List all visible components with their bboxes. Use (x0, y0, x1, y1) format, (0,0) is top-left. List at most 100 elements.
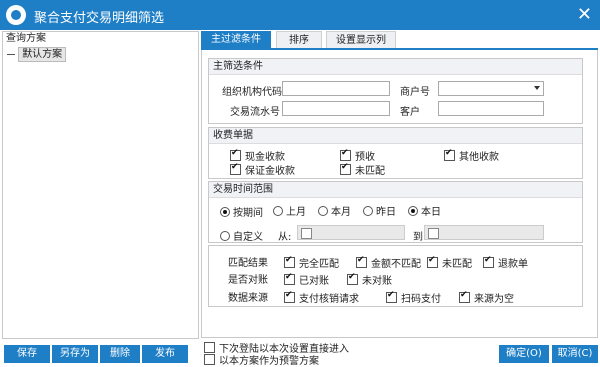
tree-connector (7, 53, 15, 55)
checkbox-reconciled[interactable]: 已对账 (284, 272, 329, 287)
serial-input[interactable] (282, 101, 390, 116)
checkbox-cash[interactable]: 现金收款 (230, 148, 285, 163)
checkbox-pay-writeoff[interactable]: 支付核销请求 (284, 290, 359, 305)
checkbox-icon (483, 255, 494, 268)
match-section: 匹配结果 完全匹配 金额不匹配 未匹配 退款单 是否对账 已对账 未对账 数据来… (208, 245, 583, 307)
radio-today[interactable]: 本日 (408, 203, 441, 218)
checkbox-label: 完全匹配 (299, 259, 339, 270)
radio-icon (408, 205, 418, 216)
eye-logo-icon (6, 5, 26, 25)
checkbox-label: 预收 (355, 152, 375, 163)
radio-label: 本月 (331, 207, 351, 218)
checkbox-label: 现金收款 (245, 152, 285, 163)
checkbox-unreconciled[interactable]: 未对账 (347, 272, 392, 287)
ok-button[interactable]: 确定(O) (499, 345, 549, 363)
radio-label: 本日 (421, 207, 441, 218)
to-date-input[interactable] (424, 225, 544, 240)
tab-main-filter[interactable]: 主过滤条件 (201, 31, 271, 49)
checkbox-label: 退款单 (498, 259, 528, 270)
checkbox-amount-mismatch[interactable]: 金额不匹配 (356, 255, 421, 270)
checkbox-unmatched[interactable]: 未匹配 (340, 162, 385, 177)
radio-yesterday[interactable]: 昨日 (363, 203, 396, 218)
radio-icon (363, 205, 373, 216)
radio-custom[interactable]: 自定义 (220, 228, 263, 243)
checkbox-icon (347, 272, 358, 285)
radio-label: 昨日 (376, 207, 396, 218)
checkbox-label: 支付核销请求 (299, 294, 359, 305)
checkbox-label: 其他收款 (459, 152, 499, 163)
source-label: 数据来源 (228, 293, 268, 304)
checkbox-icon (386, 290, 397, 303)
checkbox-icon (340, 148, 351, 161)
checkbox-icon (204, 354, 215, 365)
checkbox-icon (459, 290, 470, 303)
checkbox-unmatched-result[interactable]: 未匹配 (427, 255, 472, 270)
radio-label: 自定义 (233, 232, 263, 243)
radio-icon (220, 206, 230, 217)
radio-this-month[interactable]: 本月 (318, 203, 351, 218)
reconciled-label: 是否对账 (228, 275, 268, 286)
checkbox-full-match[interactable]: 完全匹配 (284, 255, 339, 270)
chevron-down-icon (534, 86, 540, 90)
window-title: 聚合支付交易明细筛选 (34, 11, 165, 26)
radio-label: 按期间 (233, 208, 263, 219)
org-code-label: 组织机构代码 (222, 87, 282, 98)
from-label: 从: (278, 232, 292, 243)
checkbox-prepay[interactable]: 预收 (340, 148, 375, 163)
checkbox-icon (301, 228, 312, 239)
checkbox-qr-pay[interactable]: 扫码支付 (386, 290, 441, 305)
checkbox-icon (284, 272, 295, 285)
section-title: 收费单据 (209, 128, 582, 144)
org-code-input[interactable] (282, 81, 390, 96)
customer-label: 客户 (400, 107, 420, 118)
checkbox-label: 已对账 (299, 276, 329, 287)
save-as-button[interactable]: 另存为 (52, 345, 98, 363)
tree-node-default[interactable]: 默认方案 (18, 47, 67, 62)
scheme-panel-header: 查询方案 (6, 33, 46, 44)
radio-last-month[interactable]: 上月 (273, 203, 306, 218)
checkbox-label: 未对账 (362, 276, 392, 287)
serial-label: 交易流水号 (230, 107, 280, 118)
checkbox-deposit[interactable]: 保证金收款 (230, 162, 295, 177)
checkbox-label: 保证金收款 (245, 166, 295, 177)
checkbox-refund[interactable]: 退款单 (483, 255, 528, 270)
checkbox-label: 来源为空 (474, 294, 514, 305)
close-icon[interactable]: ✕ (577, 4, 592, 25)
checkbox-icon (444, 148, 455, 161)
checkbox-icon (428, 228, 439, 239)
radio-icon (220, 230, 230, 241)
checkbox-icon (230, 162, 241, 175)
radio-icon (273, 205, 283, 216)
checkbox-source-empty[interactable]: 来源为空 (459, 290, 514, 305)
radio-by-period[interactable]: 按期间 (220, 204, 263, 219)
scheme-tree: 默认方案 (7, 47, 67, 62)
merchant-dropdown[interactable] (438, 81, 544, 96)
publish-button[interactable]: 发布 (142, 345, 188, 363)
checkbox-label: 未匹配 (442, 259, 472, 270)
title-bar: 聚合支付交易明细筛选 ✕ (0, 0, 600, 30)
checkbox-label: 未匹配 (355, 166, 385, 177)
checkbox-other[interactable]: 其他收款 (444, 148, 499, 163)
customer-input[interactable] (438, 101, 544, 116)
scheme-panel: 查询方案 默认方案 (2, 31, 199, 339)
delete-button[interactable]: 删除 (100, 345, 140, 363)
checkbox-icon (284, 290, 295, 303)
to-label: 到 (413, 232, 423, 243)
cancel-button[interactable]: 取消(C) (552, 345, 598, 363)
checkbox-icon (230, 148, 241, 161)
checkbox-icon (284, 255, 295, 268)
tab-sort[interactable]: 排序 (276, 31, 322, 49)
tab-display-columns[interactable]: 设置显示列 (326, 31, 396, 49)
section-title: 主筛选条件 (209, 59, 582, 75)
save-button[interactable]: 保存 (4, 345, 50, 363)
merchant-label: 商户号 (400, 87, 430, 98)
checkbox-icon (340, 162, 351, 175)
checkbox-label: 扫码支付 (401, 294, 441, 305)
main-filter-section: 主筛选条件 组织机构代码 商户号 交易流水号 客户 (208, 58, 583, 124)
checkbox-label: 金额不匹配 (371, 259, 421, 270)
filter-panel: 主筛选条件 组织机构代码 商户号 交易流水号 客户 收费单据 现金收款 预收 其… (201, 50, 598, 338)
radio-icon (318, 205, 328, 216)
fee-docs-section: 收费单据 现金收款 预收 其他收款 保证金收款 未匹配 (208, 127, 583, 179)
match-result-label: 匹配结果 (228, 258, 268, 269)
from-date-input[interactable] (297, 225, 405, 240)
